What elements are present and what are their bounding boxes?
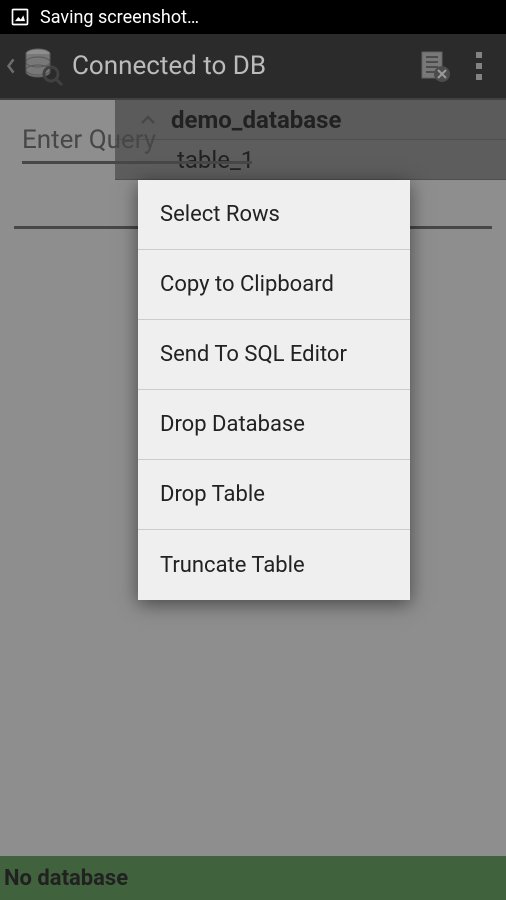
menu-item-select-rows[interactable]: Select Rows <box>138 180 410 250</box>
menu-item-send-sql-editor[interactable]: Send To SQL Editor <box>138 320 410 390</box>
status-bar-overlay <box>0 0 506 34</box>
menu-item-label: Truncate Table <box>160 553 305 578</box>
menu-item-label: Drop Database <box>160 412 305 437</box>
menu-item-truncate-table[interactable]: Truncate Table <box>138 530 410 600</box>
menu-item-label: Select Rows <box>160 202 280 227</box>
menu-item-label: Drop Table <box>160 482 265 507</box>
menu-item-drop-database[interactable]: Drop Database <box>138 390 410 460</box>
context-menu: Select Rows Copy to Clipboard Send To SQ… <box>138 180 410 600</box>
menu-item-label: Copy to Clipboard <box>160 272 334 297</box>
menu-item-copy-clipboard[interactable]: Copy to Clipboard <box>138 250 410 320</box>
action-bar-dim <box>0 34 506 100</box>
menu-item-label: Send To SQL Editor <box>160 342 347 367</box>
menu-item-drop-table[interactable]: Drop Table <box>138 460 410 530</box>
